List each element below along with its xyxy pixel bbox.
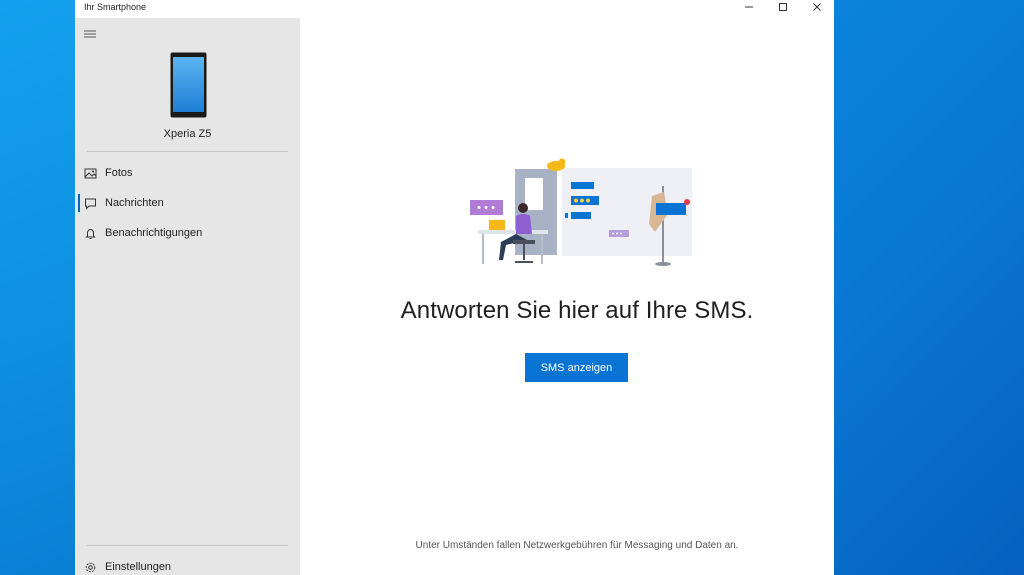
sidebar-divider <box>87 545 288 546</box>
maximize-button[interactable] <box>766 0 800 14</box>
sidebar-item-label: Benachrichtigungen <box>105 227 203 239</box>
menu-button[interactable] <box>83 27 97 39</box>
message-icon <box>85 198 96 210</box>
sidebar-item-photos[interactable]: Fotos <box>75 159 300 187</box>
hamburger-icon <box>84 30 96 38</box>
minimize-button[interactable] <box>732 0 766 14</box>
settings-label: Einstellungen <box>105 561 172 573</box>
title-bar: Ihr Smartphone <box>75 0 834 18</box>
smartphone-icon <box>170 52 207 118</box>
show-sms-button[interactable]: SMS anzeigen <box>525 353 628 382</box>
selection-indicator <box>78 194 80 212</box>
minimize-icon <box>745 6 753 8</box>
messaging-illustration <box>470 158 692 266</box>
sidebar-item-label: Nachrichten <box>105 197 164 209</box>
gear-icon <box>85 562 96 572</box>
close-icon <box>813 3 821 11</box>
device-name: Xperia Z5 <box>163 128 212 140</box>
sidebar-item-label: Fotos <box>105 167 133 179</box>
sidebar-item-notifications[interactable]: Benachrichtigungen <box>75 219 300 247</box>
sidebar-divider <box>87 151 288 152</box>
close-button[interactable] <box>800 0 834 14</box>
app-window: Ihr Smartphone Xperia Z5 Fotos Nachricht… <box>75 0 834 575</box>
phone-image <box>170 52 207 118</box>
desktop-background-right <box>834 0 1024 575</box>
bell-icon <box>85 228 96 239</box>
page-headline: Antworten Sie hier auf Ihre SMS. <box>400 297 754 324</box>
sidebar-item-settings[interactable]: Einstellungen <box>75 553 300 575</box>
window-title: Ihr Smartphone <box>84 2 147 12</box>
sidebar: Xperia Z5 Fotos Nachrichten Benachrichti… <box>75 18 300 575</box>
sidebar-item-messages[interactable]: Nachrichten <box>75 189 300 217</box>
main-content: Antworten Sie hier auf Ihre SMS. SMS anz… <box>300 18 834 575</box>
network-fees-note: Unter Umständen fallen Netzwerkgebühren … <box>415 540 739 551</box>
photos-icon <box>84 168 97 178</box>
desktop-background-left <box>0 0 75 575</box>
maximize-icon <box>779 3 787 11</box>
